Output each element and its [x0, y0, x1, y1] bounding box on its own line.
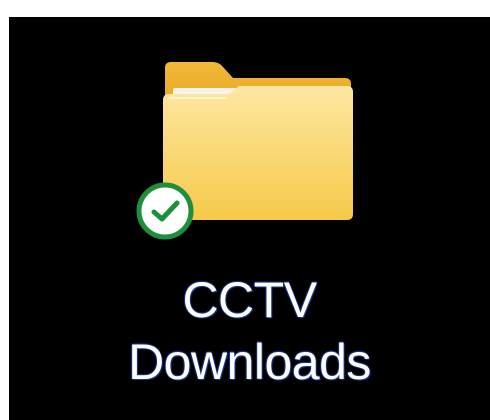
folder-label-line-2: Downloads — [128, 334, 371, 390]
desktop-folder-cctv-downloads[interactable]: CCTV Downloads — [9, 17, 490, 420]
sync-check-icon — [136, 182, 194, 240]
desktop-background: CCTV Downloads — [9, 17, 490, 420]
folder-label-line-1: CCTV — [182, 272, 317, 328]
folder-label: CCTV Downloads — [9, 269, 490, 393]
